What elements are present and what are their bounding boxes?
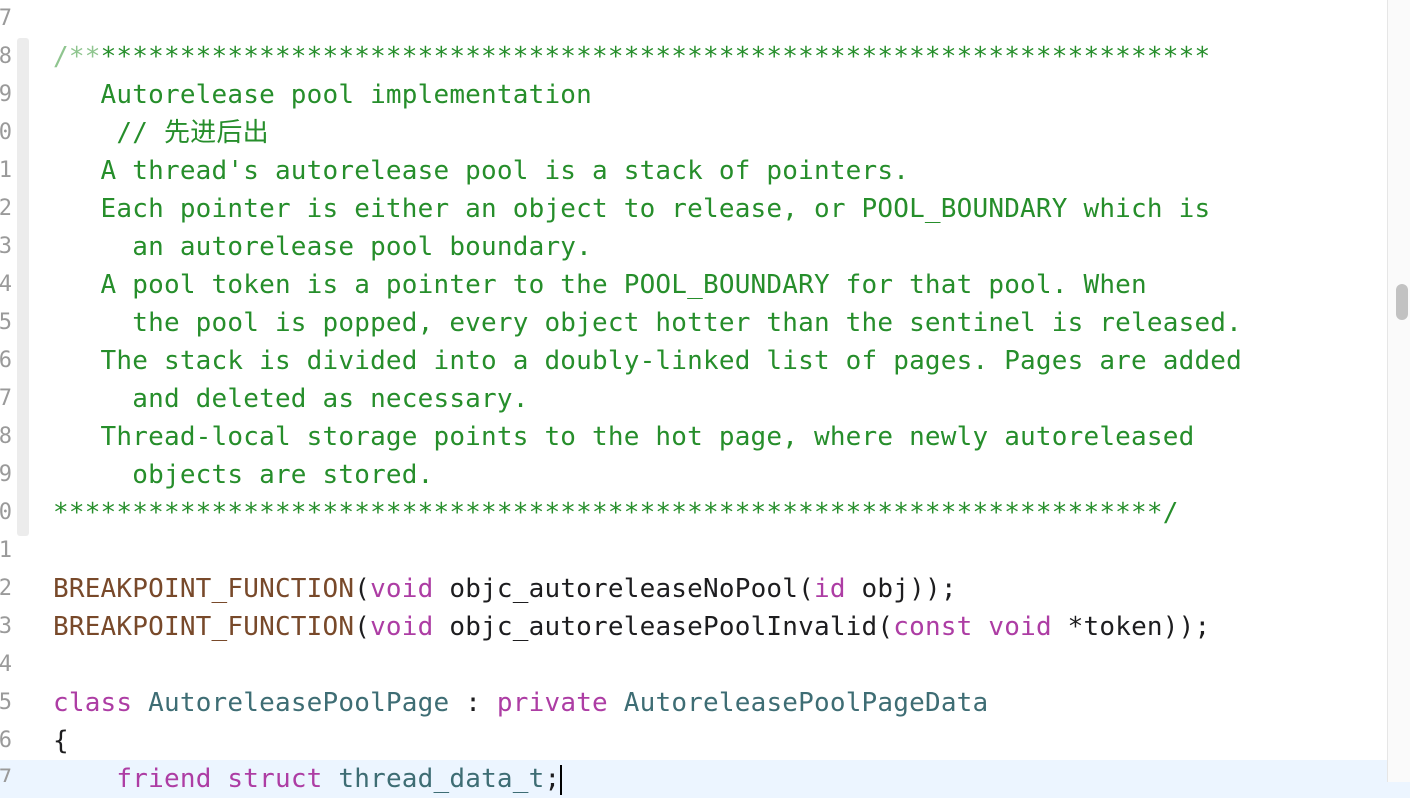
line-number: 9 xyxy=(0,82,12,107)
code-line-breakpoint-1: BREAKPOINT_FUNCTION(void objc_autoreleas… xyxy=(53,570,1388,608)
line-number: 2 xyxy=(0,576,12,601)
code-line-comment: // 先进后出 xyxy=(53,118,269,148)
code-line-comment: A pool token is a pointer to the POOL_BO… xyxy=(53,270,1147,300)
code-fold-ribbon[interactable] xyxy=(17,38,29,536)
keyword-friend: friend xyxy=(116,764,212,794)
line-number: 7 xyxy=(0,766,12,782)
macro-name: BREAKPOINT_FUNCTION xyxy=(53,574,355,604)
line-number: 0 xyxy=(0,500,12,525)
line-number: 8 xyxy=(0,424,12,449)
line-number: 7 xyxy=(0,6,12,31)
paren: ( xyxy=(354,574,371,604)
line-number: 3 xyxy=(0,614,12,639)
paren: ( xyxy=(354,612,371,642)
base-class-name: AutoreleasePoolPageData xyxy=(607,688,989,718)
line-number: 1 xyxy=(0,158,12,183)
macro-name: BREAKPOINT_FUNCTION xyxy=(53,612,355,642)
line-number: 4 xyxy=(0,272,12,297)
code-line-comment: A thread's autorelease pool is a stack o… xyxy=(53,156,910,186)
keyword-private: private xyxy=(496,688,608,718)
text-cursor xyxy=(560,764,563,795)
code-line-brace: { xyxy=(53,726,69,756)
keyword-void: void xyxy=(988,612,1052,642)
comment-close: ****************************************… xyxy=(53,498,1179,528)
code-line-comment: Autorelease pool implementation xyxy=(53,80,593,110)
keyword-void: void xyxy=(370,612,434,642)
line-number: 2 xyxy=(0,196,12,221)
line-number: 6 xyxy=(0,728,12,753)
code-line-comment: The stack is divided into a doubly-linke… xyxy=(53,346,1242,376)
line-number: 3 xyxy=(0,234,12,259)
line-number-gutter: 7 8 9 0 1 2 3 4 5 6 7 8 9 0 1 2 3 4 5 6 … xyxy=(0,0,12,782)
keyword-void: void xyxy=(370,574,434,604)
line-number: 5 xyxy=(0,310,12,335)
code-line-comment: objects are stored. xyxy=(53,460,434,490)
line-number: 7 xyxy=(0,386,12,411)
code-line-class-decl: class AutoreleasePoolPage : private Auto… xyxy=(53,684,1388,722)
code-line-breakpoint-2: BREAKPOINT_FUNCTION(void objc_autoreleas… xyxy=(53,608,1388,646)
line-number: 1 xyxy=(0,538,12,563)
scrollbar-thumb[interactable] xyxy=(1396,284,1408,320)
code-line-friend: friend struct thread_data_t; xyxy=(53,760,1388,798)
line-number: 5 xyxy=(0,690,12,715)
code-text: : xyxy=(449,688,497,718)
code-line-comment: the pool is popped, every object hotter … xyxy=(53,308,1242,338)
code-text: *token)); xyxy=(1051,612,1211,642)
code-line-comment: Thread-local storage points to the hot p… xyxy=(53,422,1195,452)
code-text: objc_autoreleaseNoPool( xyxy=(433,574,814,604)
keyword-class: class xyxy=(53,688,133,718)
keyword-const: const xyxy=(893,612,973,642)
vertical-scrollbar[interactable] xyxy=(1387,0,1410,782)
code-editor[interactable]: /***************************************… xyxy=(53,38,1388,798)
line-number: 6 xyxy=(0,348,12,373)
code-line-comment: and deleted as necessary. xyxy=(53,384,529,414)
keyword-struct: struct xyxy=(227,764,323,794)
code-line-comment: Each pointer is either an object to rele… xyxy=(53,194,1211,224)
line-number: 8 xyxy=(0,44,12,69)
code-line-comment: an autorelease pool boundary. xyxy=(53,232,593,262)
type-name: thread_data_t xyxy=(322,764,545,794)
line-number: 4 xyxy=(0,652,12,677)
class-name: AutoreleasePoolPage xyxy=(132,688,450,718)
code-text: obj)); xyxy=(845,574,957,604)
code-text: objc_autoreleasePoolInvalid( xyxy=(433,612,894,642)
keyword-id: id xyxy=(813,574,846,604)
line-number: 0 xyxy=(0,120,12,145)
comment-open-stars: ****************************************… xyxy=(100,42,1211,72)
line-number: 9 xyxy=(0,462,12,487)
code-text: ; xyxy=(544,764,561,794)
comment-open-light: /** xyxy=(53,42,101,72)
code-line: /***************************************… xyxy=(53,38,1388,76)
